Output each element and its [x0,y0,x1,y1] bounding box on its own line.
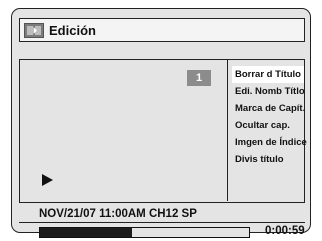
menu-item-editar-nombre-titulo[interactable]: Edi. Nomb Títlo [232,83,305,100]
header-title: Edición [49,22,96,38]
menu-item-ocultar-capitulo[interactable]: Ocultar cap. [232,117,304,134]
edit-menu: Borrar d Título Edi. Nomb Títlo Marca de… [232,66,307,168]
menu-item-imagen-indice[interactable]: Imgen de Índice [232,134,307,151]
main-panel: 1 Borrar d Título Edi. Nomb Títlo Marca … [19,59,307,203]
chapter-number-badge: 1 [187,70,211,86]
progress-fill [40,228,132,237]
play-icon [42,174,53,186]
progress-bar[interactable] [39,227,250,238]
playback-row: 0:00:59 [19,223,305,240]
header-bar: Edición [19,18,305,42]
video-preview: 1 [20,60,228,201]
edit-screen: Edición 1 Borrar d Título Edi. Nomb Títl… [11,8,311,238]
menu-item-marca-capitulo[interactable]: Marca de Capít. [232,100,305,117]
elapsed-time: 0:00:59 [265,225,305,237]
menu-item-dividir-titulo[interactable]: Divis título [232,151,304,168]
edit-icon [24,22,44,38]
recording-info: NOV/21/07 11:00AM CH12 SP [19,205,305,223]
menu-item-borrar-titulo[interactable]: Borrar d Título [232,66,304,83]
